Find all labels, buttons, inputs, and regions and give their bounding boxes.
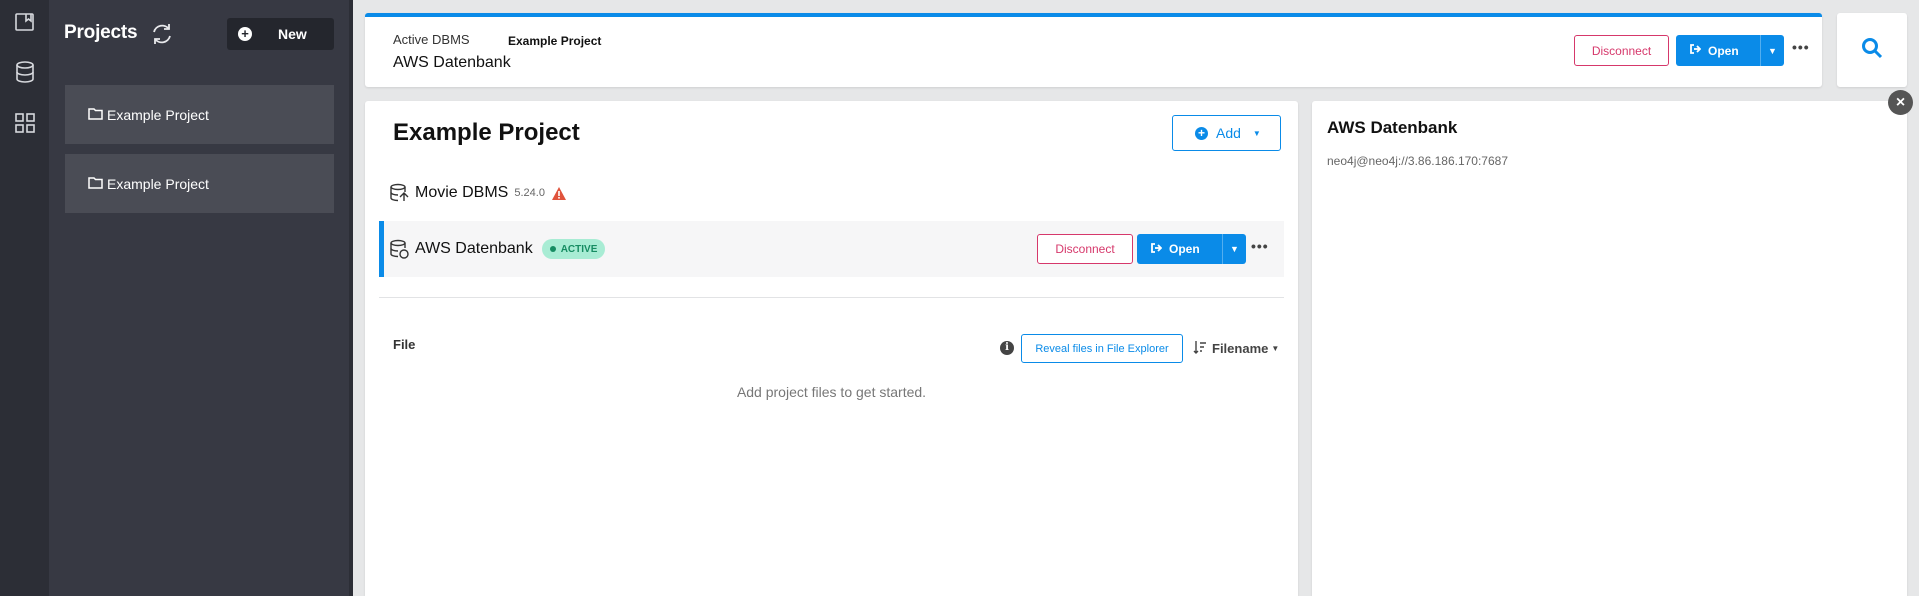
sort-icon	[1193, 340, 1212, 357]
folder-icon	[88, 107, 107, 123]
open-icon	[1150, 242, 1169, 257]
dbms-more-icon[interactable]: •••	[1251, 238, 1269, 254]
status-dot-icon	[549, 246, 556, 252]
plus-circle-icon: +	[1195, 126, 1208, 140]
dbms-disconnect-button[interactable]: Disconnect	[1037, 234, 1133, 264]
search-button[interactable]	[1837, 13, 1907, 87]
header-open-label: Open	[1708, 43, 1739, 58]
header-more-icon[interactable]: •••	[1792, 39, 1810, 55]
chevron-down-icon: ▼	[1271, 344, 1280, 353]
projects-panel: Projects + New Example Project Example P…	[49, 0, 349, 596]
reveal-files-button[interactable]: Reveal files in File Explorer	[1021, 334, 1183, 363]
projects-title: Projects	[64, 22, 138, 43]
folder-icon	[88, 176, 107, 192]
header-disconnect-button[interactable]: Disconnect	[1574, 35, 1669, 66]
database-icon	[13, 60, 37, 89]
dbms-detail-panel: AWS Datenbank neo4j@neo4j://3.86.186.170…	[1312, 101, 1907, 596]
projects-rail-button[interactable]	[0, 0, 49, 48]
project-item[interactable]: Example Project	[65, 154, 334, 213]
refresh-icon	[148, 24, 176, 52]
new-project-label: New	[278, 26, 307, 42]
dbms-icon	[389, 183, 410, 204]
database-rail-button[interactable]	[0, 50, 49, 98]
open-icon	[1689, 43, 1708, 58]
project-item-label: Example Project	[107, 106, 209, 123]
project-item[interactable]: Example Project	[65, 85, 334, 144]
empty-files-message: Add project files to get started.	[736, 384, 927, 400]
plus-icon: +	[238, 27, 252, 41]
info-icon[interactable]: i	[1000, 341, 1014, 355]
active-dbms-name: AWS Datenbank	[393, 54, 511, 71]
dbms-open-button[interactable]: Open ▼	[1137, 234, 1246, 264]
detail-title: AWS Datenbank	[1327, 118, 1458, 137]
dbms-icon	[389, 239, 410, 260]
graph-apps-icon	[13, 111, 37, 140]
sort-label: Filename	[1212, 341, 1269, 356]
connection-uri: neo4j@neo4j://3.86.186.170:7687	[1327, 154, 1509, 168]
dbms-open-label: Open	[1169, 242, 1200, 256]
dbms-name: AWS Datenbank	[415, 240, 533, 257]
warning-icon	[551, 186, 567, 201]
project-detail-card: Example Project + Add ▼ Movie DBMS 5.24.…	[365, 101, 1298, 596]
section-divider	[379, 297, 1284, 298]
active-dbms-label: Active DBMS	[393, 32, 470, 47]
dbms-open-dropdown-caret[interactable]: ▼	[1222, 234, 1246, 264]
add-button[interactable]: + Add ▼	[1172, 115, 1281, 151]
header-open-dropdown-caret[interactable]: ▼	[1760, 35, 1784, 66]
new-project-button[interactable]: + New	[227, 18, 334, 50]
files-header-label: File	[393, 337, 416, 352]
panel-divider[interactable]	[349, 0, 353, 596]
project-title: Example Project	[393, 119, 580, 146]
active-badge-label: ACTIVE	[560, 243, 598, 255]
sort-files-button[interactable]: Filename ▼	[1193, 340, 1279, 357]
close-icon[interactable]: ×	[1888, 90, 1913, 115]
active-project-name: Example Project	[508, 34, 602, 48]
dbms-row[interactable]: Movie DBMS 5.24.0	[379, 165, 1284, 221]
dbms-version: 5.24.0	[514, 187, 545, 199]
icon-rail	[0, 0, 49, 596]
chevron-down-icon: ▼	[1252, 128, 1261, 138]
graph-apps-rail-button[interactable]	[0, 101, 49, 149]
search-icon	[1860, 36, 1884, 65]
dbms-name: Movie DBMS	[415, 184, 509, 201]
refresh-button[interactable]	[148, 20, 176, 48]
header-open-button[interactable]: Open ▼	[1676, 35, 1784, 66]
add-label: Add	[1216, 125, 1241, 141]
projects-icon	[13, 10, 37, 39]
active-status-badge: ACTIVE	[541, 239, 606, 259]
active-dbms-header: Active DBMS Example Project AWS Datenban…	[365, 13, 1822, 87]
project-item-label: Example Project	[107, 175, 209, 192]
